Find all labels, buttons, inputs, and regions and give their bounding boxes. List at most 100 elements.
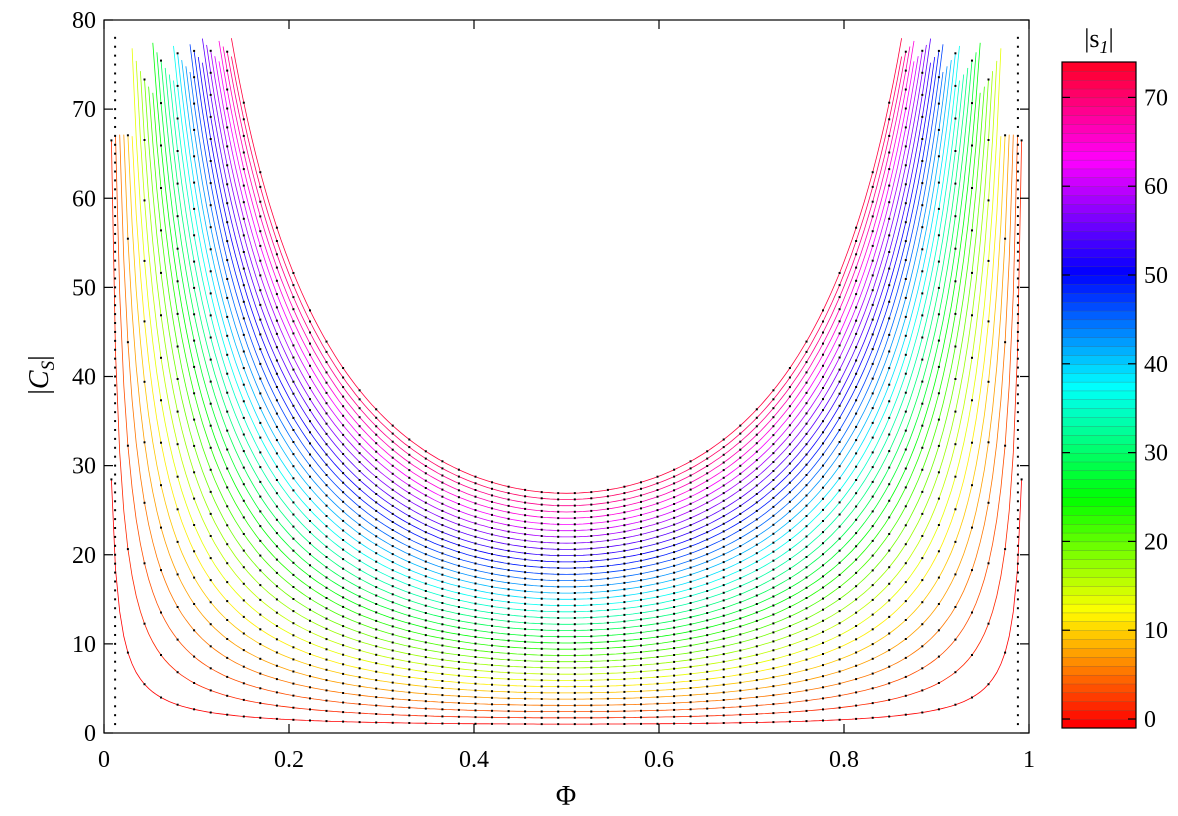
data-point bbox=[590, 610, 593, 613]
edge-point-right bbox=[1016, 206, 1019, 209]
data-point bbox=[788, 491, 791, 494]
data-point bbox=[391, 577, 394, 580]
data-point bbox=[160, 441, 162, 444]
data-point bbox=[524, 704, 527, 706]
data-point bbox=[739, 601, 742, 604]
data-point bbox=[573, 554, 576, 557]
data-point bbox=[242, 118, 245, 121]
data-point bbox=[888, 350, 891, 353]
data-point bbox=[656, 562, 659, 565]
data-point bbox=[226, 107, 229, 110]
data-point bbox=[788, 672, 791, 675]
data-point bbox=[805, 432, 808, 435]
data-point bbox=[524, 659, 527, 662]
data-point bbox=[160, 314, 162, 317]
data-point bbox=[606, 691, 609, 694]
data-point bbox=[209, 292, 212, 295]
data-point bbox=[209, 689, 212, 692]
data-point bbox=[606, 488, 609, 491]
edge-point-left bbox=[114, 642, 117, 645]
data-point bbox=[755, 535, 758, 538]
data-point bbox=[292, 344, 295, 347]
data-point bbox=[623, 633, 626, 636]
data-point bbox=[722, 706, 725, 709]
edge-point-right bbox=[1016, 232, 1019, 235]
data-point bbox=[474, 609, 477, 612]
colorbar-segment bbox=[1061, 710, 1137, 720]
data-point bbox=[143, 562, 146, 565]
data-point bbox=[739, 456, 742, 459]
data-point bbox=[176, 573, 179, 576]
data-point bbox=[309, 575, 311, 578]
data-point bbox=[375, 552, 378, 555]
data-point bbox=[755, 459, 758, 462]
data-point bbox=[871, 230, 874, 233]
data-point bbox=[259, 451, 262, 454]
data-point bbox=[358, 434, 361, 437]
data-point bbox=[325, 607, 328, 610]
data-point bbox=[606, 583, 609, 586]
data-point bbox=[1020, 478, 1023, 481]
data-point bbox=[126, 651, 129, 654]
data-point bbox=[507, 652, 510, 655]
data-point bbox=[491, 716, 493, 719]
data-point bbox=[937, 286, 940, 289]
data-point bbox=[441, 587, 444, 590]
data-point bbox=[325, 515, 328, 517]
data-point bbox=[176, 117, 179, 120]
data-point bbox=[673, 530, 676, 533]
edge-point-right bbox=[1016, 259, 1019, 262]
data-point bbox=[673, 612, 676, 615]
data-point bbox=[888, 251, 891, 253]
data-point bbox=[176, 410, 179, 413]
data-point bbox=[408, 461, 411, 464]
data-point bbox=[971, 484, 973, 487]
edge-point-left bbox=[114, 339, 117, 342]
data-point bbox=[855, 399, 858, 402]
data-point bbox=[772, 434, 775, 437]
data-point bbox=[606, 495, 609, 498]
data-point bbox=[325, 679, 328, 682]
data-point bbox=[474, 676, 477, 678]
data-point bbox=[424, 619, 427, 622]
data-point bbox=[242, 333, 245, 336]
colorbar-segment bbox=[1061, 97, 1137, 107]
data-point bbox=[904, 69, 907, 72]
data-point bbox=[292, 404, 295, 407]
data-point bbox=[275, 425, 278, 428]
data-point bbox=[242, 715, 245, 718]
data-point bbox=[838, 586, 841, 588]
data-point bbox=[706, 479, 709, 482]
data-point bbox=[640, 651, 642, 654]
data-point bbox=[408, 668, 411, 671]
data-point bbox=[606, 571, 609, 574]
data-point bbox=[772, 398, 775, 401]
data-point bbox=[358, 640, 361, 643]
data-point bbox=[441, 680, 444, 682]
y-tick-label: 50 bbox=[72, 275, 96, 301]
edge-point-left bbox=[114, 580, 117, 583]
data-point bbox=[540, 591, 543, 594]
data-point bbox=[325, 525, 328, 528]
edge-point-right bbox=[1016, 625, 1019, 628]
data-point bbox=[772, 523, 775, 526]
data-point bbox=[441, 658, 444, 661]
data-point bbox=[474, 569, 477, 572]
data-point bbox=[524, 590, 527, 593]
series-curve-s1-2 bbox=[111, 140, 1022, 719]
data-point bbox=[557, 691, 560, 694]
data-point bbox=[540, 566, 543, 569]
data-point bbox=[606, 653, 609, 656]
data-point bbox=[838, 598, 841, 600]
data-point bbox=[971, 59, 973, 62]
data-point bbox=[325, 658, 328, 661]
data-point bbox=[838, 320, 841, 323]
edge-point-right bbox=[1016, 616, 1019, 619]
data-point bbox=[904, 296, 907, 299]
data-point bbox=[689, 651, 692, 654]
data-point bbox=[342, 539, 345, 541]
data-point bbox=[805, 607, 808, 610]
colorbar-segment bbox=[1061, 150, 1137, 161]
data-point bbox=[209, 535, 212, 537]
data-point bbox=[160, 144, 162, 147]
